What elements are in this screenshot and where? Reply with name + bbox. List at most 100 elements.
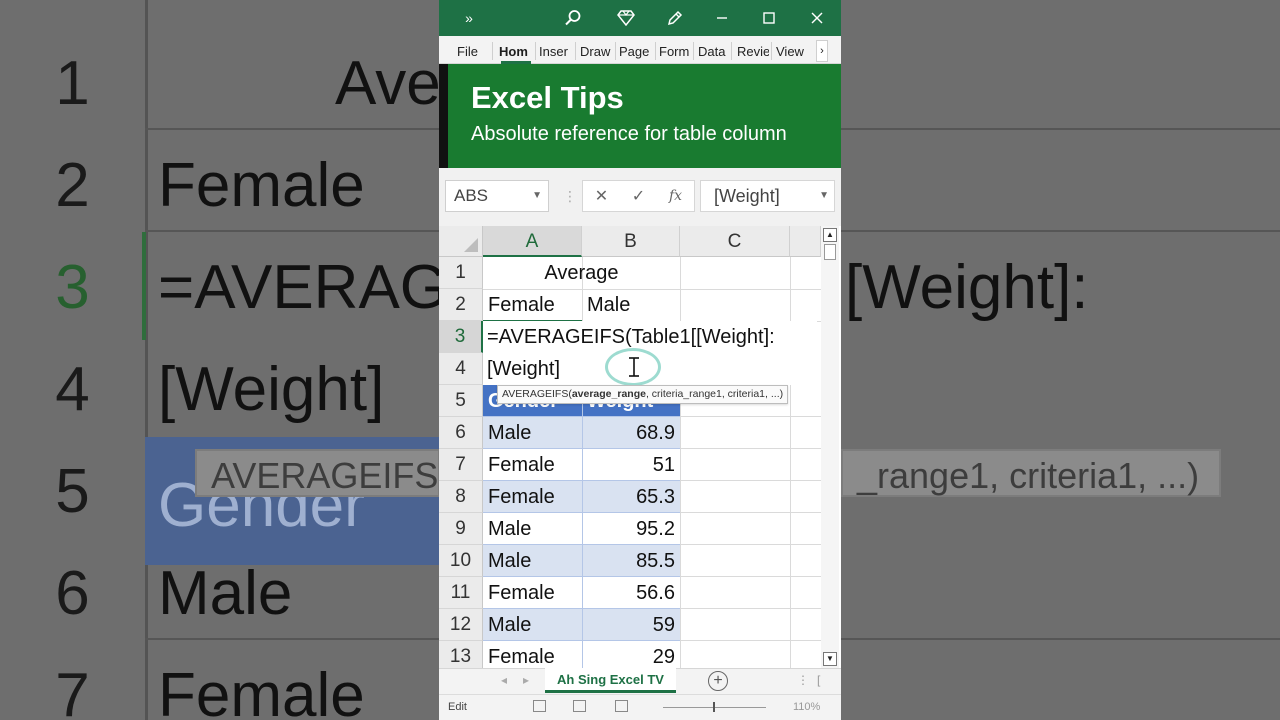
row-header[interactable]: 11 [439, 577, 483, 609]
chevron-down-icon[interactable]: ▼ [532, 181, 542, 211]
cell-weight[interactable]: 59 [582, 609, 680, 641]
cell-gender[interactable]: Female [483, 481, 582, 513]
cell-weight[interactable]: 85.5 [582, 545, 680, 577]
tab-separator [575, 42, 576, 60]
grid-line [680, 544, 821, 545]
cell-merged-a1-b1[interactable]: Average [483, 257, 680, 289]
page-break-view-icon[interactable] [615, 700, 628, 712]
grid-line [680, 608, 821, 609]
scroll-down-icon[interactable]: ▼ [823, 652, 837, 666]
row-header[interactable]: 13 [439, 641, 483, 668]
cell-weight[interactable]: 51 [582, 449, 680, 481]
tab-file[interactable]: File [457, 36, 483, 64]
prev-sheet-icon[interactable]: ◂ [501, 673, 507, 687]
grid-line [680, 640, 821, 641]
chevron-down-icon[interactable]: ▼ [819, 181, 829, 211]
maximize-icon[interactable] [749, 0, 789, 36]
cell-weight[interactable]: 68.9 [582, 417, 680, 449]
cell-weight[interactable]: 56.6 [582, 577, 680, 609]
tab-data[interactable]: Data [698, 36, 728, 64]
row-header[interactable]: 12 [439, 609, 483, 641]
ribbon-scroll-right-button[interactable]: › [816, 40, 828, 62]
bg-tooltip: _range1, criteria1, ...) [841, 449, 1221, 497]
column-header-d[interactable] [790, 226, 821, 257]
row-header[interactable]: 3 [439, 321, 483, 353]
bg-cell-text: Ave [335, 49, 441, 118]
name-box[interactable]: ABS ▼ [445, 180, 549, 212]
cancel-button[interactable]: ✕ [583, 181, 620, 211]
tab-insert[interactable]: Inser [539, 36, 573, 64]
diamond-icon[interactable] [606, 0, 646, 36]
cell-a2[interactable]: Female [483, 289, 582, 321]
row-header[interactable]: 4 [439, 353, 483, 385]
cell-b2[interactable]: Male [582, 289, 680, 321]
tab-separator [492, 42, 493, 60]
bg-row-number: 4 [55, 355, 90, 424]
normal-view-icon[interactable] [533, 700, 546, 712]
minimize-icon[interactable] [702, 0, 742, 36]
cell-gender[interactable]: Female [483, 641, 582, 668]
zoom-level[interactable]: 110% [793, 701, 820, 713]
scroll-thumb[interactable] [824, 244, 836, 260]
cell-weight[interactable]: 29 [582, 641, 680, 668]
column-header-b[interactable]: B [582, 226, 680, 257]
row-header[interactable]: 10 [439, 545, 483, 577]
banner-subtitle: Absolute reference for table column [471, 123, 787, 145]
insert-function-button[interactable]: fx [657, 181, 694, 211]
row-header[interactable]: 5 [439, 385, 483, 417]
tab-separator [731, 42, 732, 60]
tab-home[interactable]: Hom [499, 36, 533, 64]
bg-cell-text: [Weight] [158, 355, 385, 424]
banner-accent [439, 64, 448, 168]
cell-gender[interactable]: Female [483, 577, 582, 609]
tab-draw[interactable]: Draw [580, 36, 613, 64]
ribbon-tabs: File Hom Inser Draw Page Form Data Revie… [439, 36, 841, 64]
scroll-up-icon[interactable]: ▲ [823, 228, 837, 242]
bg-cell-text: Female [158, 661, 365, 720]
tooltip-args: , criteria_range1, criteria1, ...) [645, 388, 784, 400]
enter-button[interactable]: ✓ [620, 181, 657, 211]
sheet-tab[interactable]: Ah Sing Excel TV [545, 668, 676, 693]
bg-row-number: 3 [55, 253, 90, 322]
row-header[interactable]: 7 [439, 449, 483, 481]
close-icon[interactable] [797, 0, 837, 36]
title-bar: » [439, 0, 841, 36]
cell-weight[interactable]: 65.3 [582, 481, 680, 513]
cell-gender[interactable]: Male [483, 545, 582, 577]
grid-line [680, 416, 821, 417]
add-sheet-button[interactable]: + [708, 671, 728, 691]
horizontal-scroll-handle[interactable]: [ [817, 673, 820, 687]
row-header[interactable]: 1 [439, 257, 483, 289]
vertical-scrollbar[interactable]: ▲ ▼ [821, 226, 839, 668]
search-icon[interactable] [553, 0, 593, 36]
select-all-button[interactable] [439, 226, 483, 257]
row-header[interactable]: 2 [439, 289, 483, 321]
tab-review[interactable]: Revie [737, 36, 769, 64]
column-header-a[interactable]: A [483, 226, 582, 257]
tab-view[interactable]: View [776, 36, 808, 64]
cell-gender[interactable]: Male [483, 609, 582, 641]
next-sheet-icon[interactable]: ▸ [523, 673, 529, 687]
cell-gender[interactable]: Male [483, 513, 582, 545]
tab-page-layout[interactable]: Page [619, 36, 653, 64]
status-mode: Edit [448, 701, 467, 713]
row-header[interactable]: 8 [439, 481, 483, 513]
function-tooltip[interactable]: AVERAGEIFS(average_range, criteria_range… [497, 385, 789, 404]
tab-formulas[interactable]: Form [659, 36, 692, 64]
pen-icon[interactable] [655, 0, 695, 36]
row-header[interactable]: 6 [439, 417, 483, 449]
grid-line [680, 480, 821, 481]
cell-gender[interactable]: Female [483, 449, 582, 481]
formula-input[interactable]: [Weight] ▼ [700, 180, 835, 212]
zoom-slider-handle[interactable] [713, 702, 715, 712]
bg-cell-text: Male [158, 559, 293, 628]
cell-gender[interactable]: Male [483, 417, 582, 449]
tooltip-current-arg[interactable]: average_range [572, 388, 646, 400]
cell-weight[interactable]: 95.2 [582, 513, 680, 545]
spreadsheet-grid[interactable]: A B C 1 2 3 4 5 6 7 8 9 10 11 12 13 Aver… [439, 226, 841, 668]
column-header-c[interactable]: C [680, 226, 790, 257]
bg-cell-text: [Weight]: [845, 253, 1089, 322]
page-layout-view-icon[interactable] [573, 700, 586, 712]
more-commands-icon[interactable]: » [451, 0, 487, 36]
row-header[interactable]: 9 [439, 513, 483, 545]
